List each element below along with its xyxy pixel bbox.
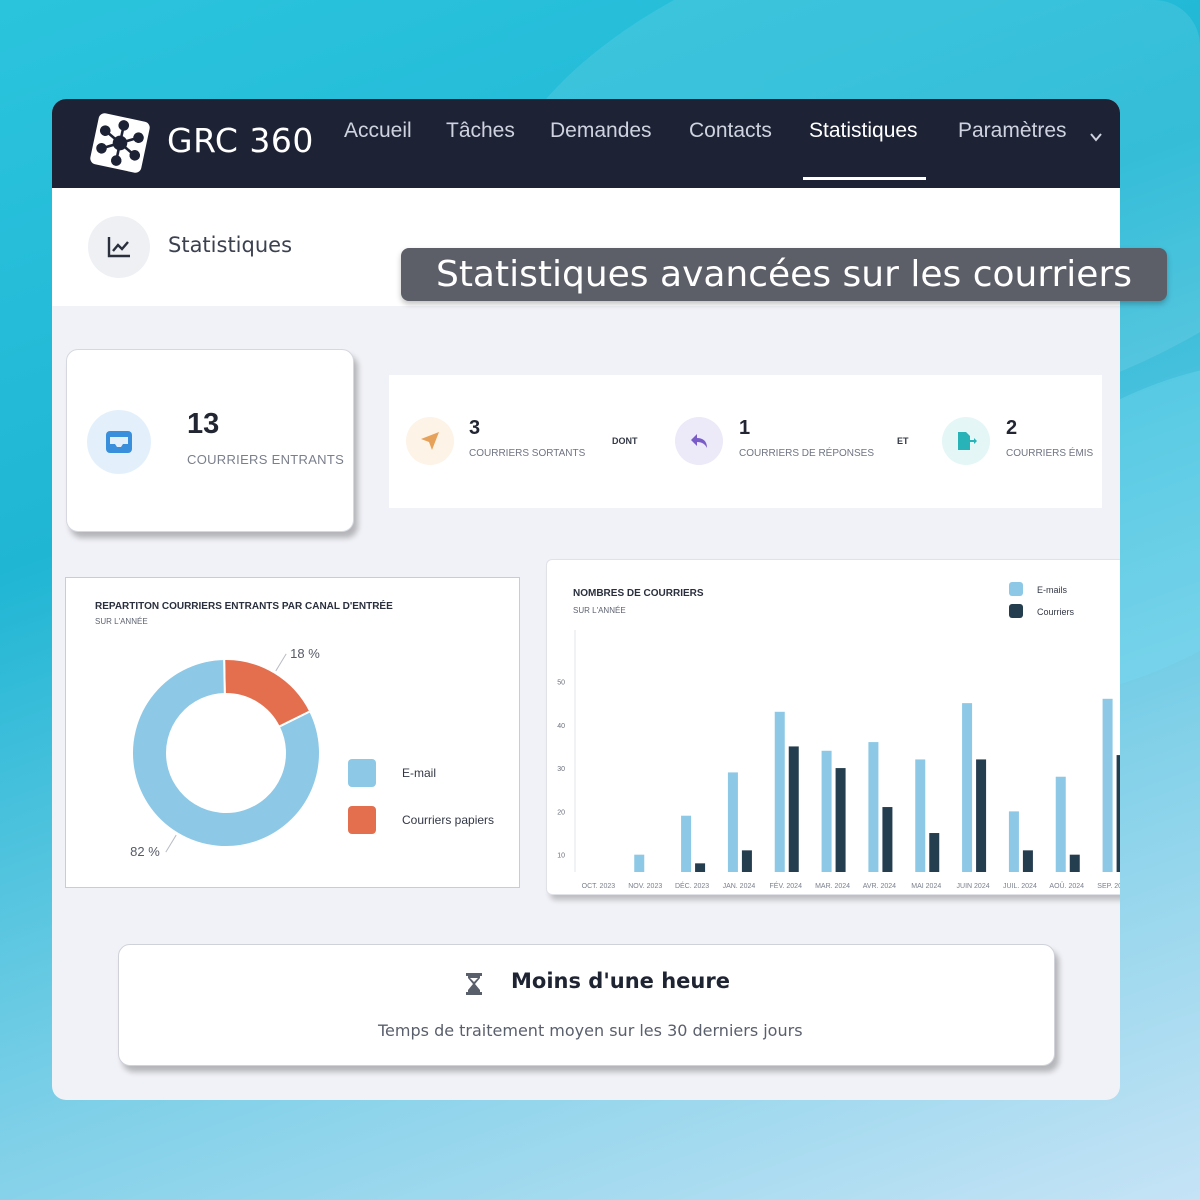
donut-value-label: 82 % xyxy=(130,844,160,859)
bar xyxy=(788,746,799,872)
emitted-label: COURRIERS ÉMIS xyxy=(1006,448,1094,459)
processing-time-card: Moins d'une heure Temps de traitement mo… xyxy=(118,944,1055,1066)
bar xyxy=(1116,755,1120,872)
bar xyxy=(962,703,973,872)
outgoing-label: COURRIERS SORTANTS xyxy=(469,448,586,459)
nav-item-contacts[interactable]: Contacts xyxy=(689,119,772,143)
nav-item-demandes[interactable]: Demandes xyxy=(550,119,652,143)
chevron-down-icon[interactable] xyxy=(1089,130,1103,144)
donut-chart: 18 % 82 % E-mail Courriers papiers xyxy=(130,646,494,859)
legend-swatch xyxy=(1009,582,1023,596)
active-tab-indicator xyxy=(803,177,926,180)
bar xyxy=(915,759,926,872)
x-tick-label: DÉC. 2023 xyxy=(675,881,709,890)
mail-count-bar-card: NOMBRES DE COURRIERS SUR L'ANNÉE 10 20 30 4… xyxy=(546,559,1120,895)
legend-swatch xyxy=(1009,604,1023,618)
grc360-logo-icon[interactable] xyxy=(82,105,158,181)
x-tick-label: NOV. 2023 xyxy=(628,883,662,890)
top-navigation-bar: GRC 360 Accueil Tâches Demandes Contacts… xyxy=(52,99,1120,188)
y-tick-label: 40 xyxy=(557,723,565,730)
channel-donut-card: REPARTITON COURRIERS ENTRANTS PAR CANAL … xyxy=(65,577,520,888)
page-title: Statistiques xyxy=(168,233,293,257)
x-tick-label: FÉV. 2024 xyxy=(770,881,803,890)
legend-label: E-mails xyxy=(1037,585,1068,595)
donut-leader-line xyxy=(165,834,177,853)
bar xyxy=(1008,811,1019,872)
y-tick-label: 30 xyxy=(557,766,565,773)
incoming-count: 13 xyxy=(187,408,220,440)
bar xyxy=(868,742,879,872)
outgoing-summary-card: 3 COURRIERS SORTANTS DONT 1 COURRIERS DE… xyxy=(389,375,1102,508)
dont-separator: DONT xyxy=(612,436,638,446)
file-export-icon xyxy=(942,417,990,465)
nav-item-accueil[interactable]: Accueil xyxy=(344,119,412,143)
bar xyxy=(976,759,987,872)
y-tick-label: 20 xyxy=(557,809,565,816)
legend-swatch xyxy=(348,806,376,834)
brand-name: GRC 360 xyxy=(167,121,314,160)
bar xyxy=(774,711,785,872)
x-tick-label: OCT. 2023 xyxy=(582,883,616,890)
inbox-icon xyxy=(87,410,151,474)
bar xyxy=(1055,776,1066,872)
reply-icon xyxy=(675,417,723,465)
legend-swatch xyxy=(348,759,376,787)
y-tick-label: 10 xyxy=(557,853,565,860)
y-tick-label: 50 xyxy=(557,679,565,686)
x-tick-label: JUIN 2024 xyxy=(957,883,990,890)
hourglass-icon xyxy=(466,973,482,995)
feature-banner-text: Statistiques avancées sur les courriers xyxy=(435,254,1133,295)
emitted-count: 2 xyxy=(1006,417,1018,439)
x-tick-label: AVR. 2024 xyxy=(863,883,896,890)
bar xyxy=(741,850,752,872)
background-frame: GRC 360 Accueil Tâches Demandes Contacts… xyxy=(0,0,1200,1200)
nav-item-parametres[interactable]: Paramètres xyxy=(958,119,1067,143)
x-tick-label: JUIL. 2024 xyxy=(1003,883,1037,890)
bar xyxy=(929,833,940,872)
x-tick-label: MAI 2024 xyxy=(911,883,941,890)
replies-label: COURRIERS DE RÉPONSES xyxy=(739,448,875,459)
replies-count: 1 xyxy=(739,417,751,439)
x-tick-label: AOÛ. 2024 xyxy=(1049,881,1084,890)
bar xyxy=(727,772,738,872)
chart-line-icon xyxy=(88,216,150,278)
paper-plane-icon xyxy=(406,417,454,465)
x-tick-label: SEP. 2024 xyxy=(1097,883,1120,890)
bar xyxy=(821,750,832,872)
bar xyxy=(1069,854,1080,872)
incoming-label: COURRIERS ENTRANTS xyxy=(187,452,345,467)
donut-leader-line xyxy=(275,653,287,672)
bar-chart: 10 20 30 40 50 OCT. 2023 NOV. 2023 DÉC. 2023 JAN… xyxy=(557,582,1120,890)
legend-label: E-mail xyxy=(402,766,436,780)
x-tick-label: MAR. 2024 xyxy=(815,883,850,890)
bar xyxy=(681,815,692,872)
bar xyxy=(1022,850,1033,872)
legend-label: Courriers xyxy=(1037,607,1075,617)
bar xyxy=(1102,698,1113,872)
outgoing-count: 3 xyxy=(469,417,481,439)
incoming-mail-card: 13 COURRIERS ENTRANTS xyxy=(66,349,354,532)
nav-item-statistiques[interactable]: Statistiques xyxy=(809,119,918,143)
donut-value-label: 18 % xyxy=(290,646,320,661)
bar xyxy=(634,854,645,872)
feature-banner: Statistiques avancées sur les courriers xyxy=(401,248,1167,301)
nav-item-taches[interactable]: Tâches xyxy=(446,119,515,143)
bar xyxy=(695,863,706,872)
processing-time-title: Moins d'une heure xyxy=(511,969,730,993)
bar xyxy=(835,768,846,872)
legend-label: Courriers papiers xyxy=(402,813,494,827)
processing-time-subtitle: Temps de traitement moyen sur les 30 der… xyxy=(378,1021,803,1040)
et-separator: ET xyxy=(897,436,909,446)
x-tick-label: JAN. 2024 xyxy=(723,883,756,890)
bar xyxy=(882,807,893,872)
